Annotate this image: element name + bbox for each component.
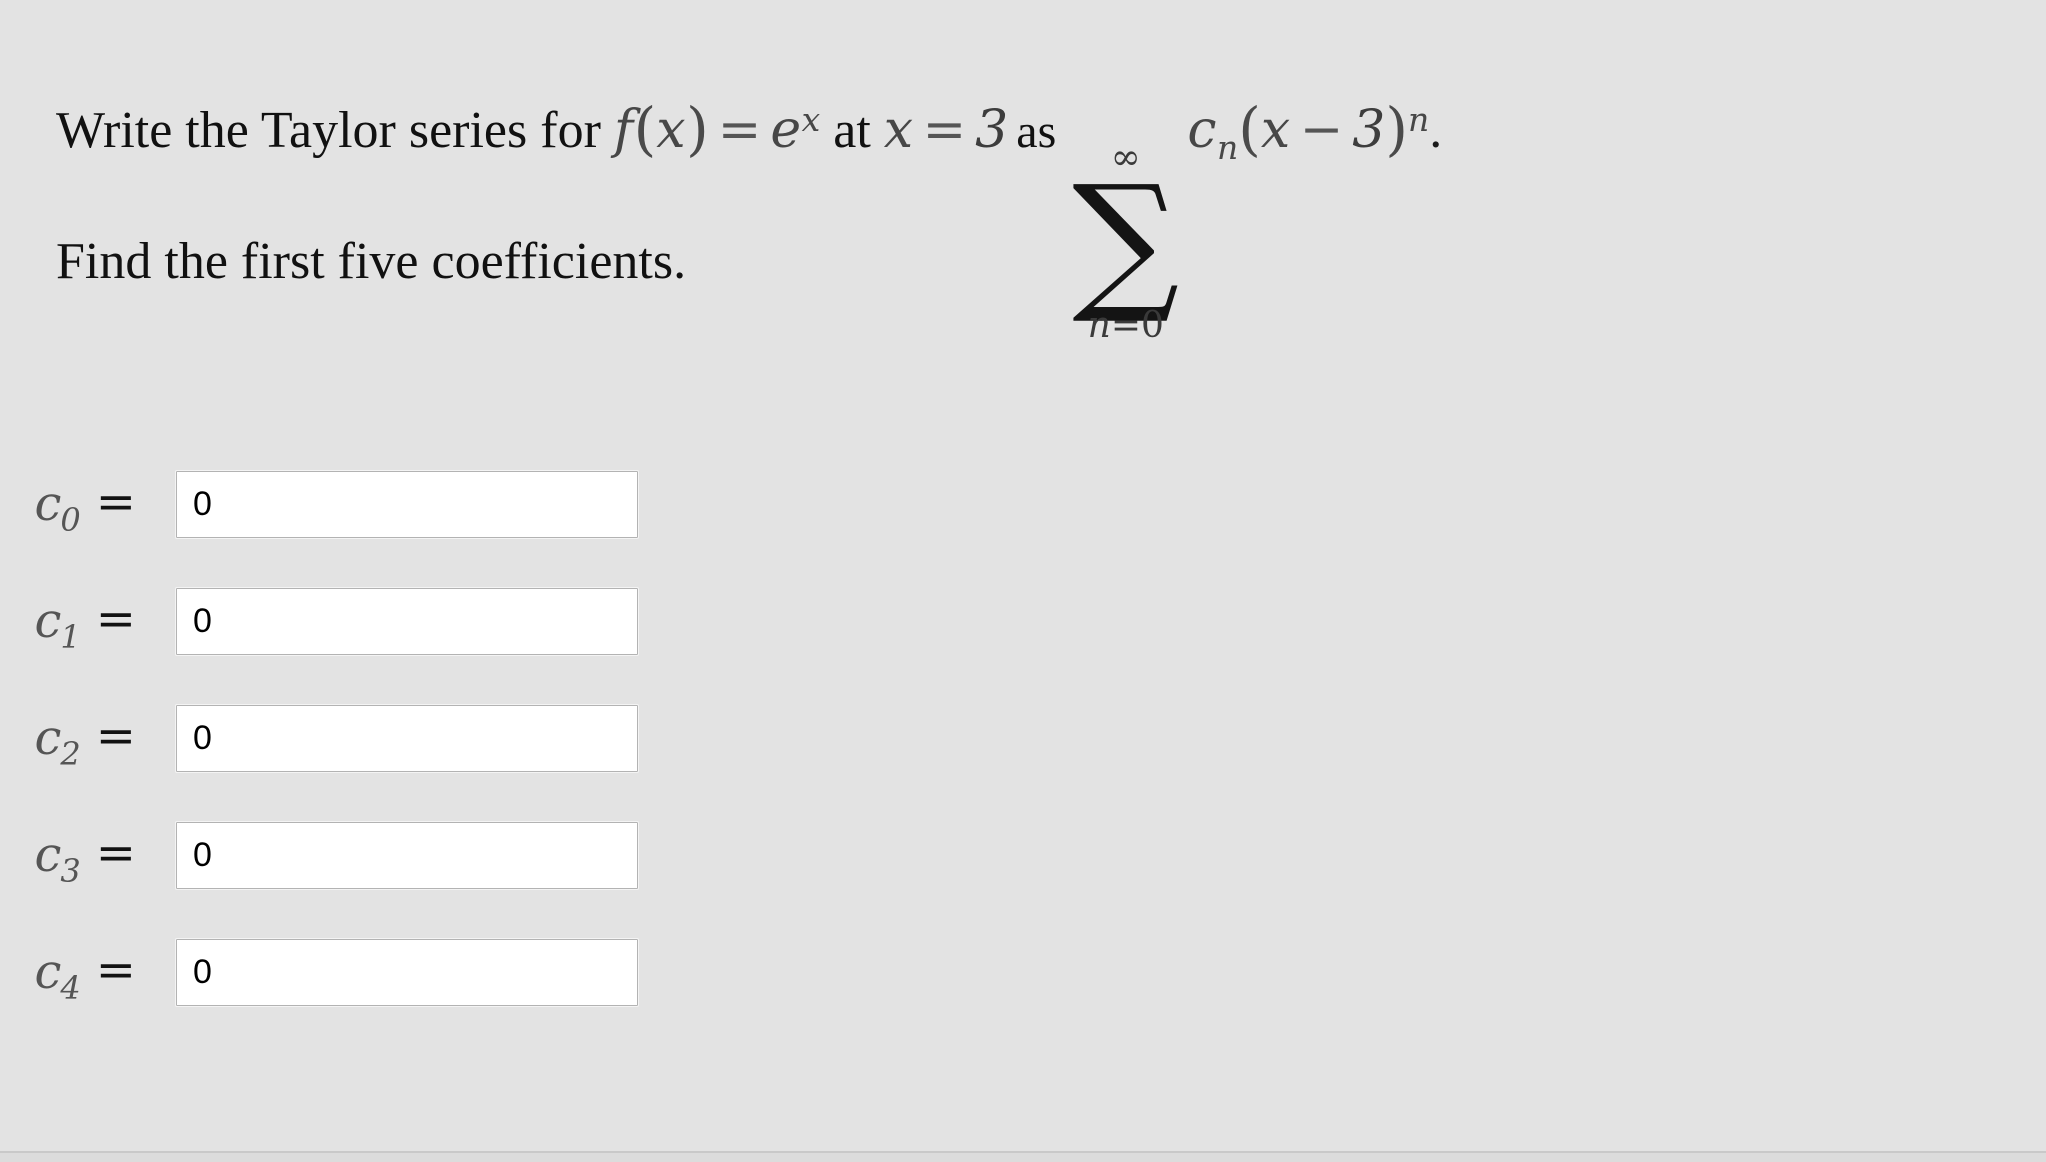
- coefficient-label-0: c0 =: [0, 474, 152, 539]
- coefficient-equals-3: =: [95, 825, 136, 881]
- coefficient-row-4: c4 =: [0, 924, 639, 1020]
- coefficient-row-1: c1 =: [0, 573, 639, 669]
- function-symbol-f: f: [613, 100, 634, 160]
- coefficient-index-1: 1: [60, 618, 81, 656]
- coefficient-label-2: c2 =: [0, 708, 152, 773]
- term-paren-open: (: [1238, 95, 1261, 163]
- coefficient-equals-4: =: [95, 942, 136, 998]
- exponential-base: e: [770, 100, 802, 160]
- coefficient-row-2: c2 =: [0, 690, 639, 786]
- variable-x-2: x: [883, 100, 914, 160]
- coefficient-row-3: c3 =: [0, 807, 639, 903]
- coefficient-symbol-3: c: [34, 827, 62, 883]
- coefficient-index-2: 2: [60, 735, 81, 773]
- coefficient-input-2[interactable]: [175, 703, 639, 773]
- coefficient-input-0[interactable]: [175, 469, 639, 539]
- bottom-strip: [0, 1153, 2046, 1162]
- coefficient-symbol-1: c: [34, 593, 62, 649]
- expansion-center-value: 3: [975, 100, 1009, 160]
- coefficient-label-3: c3 =: [0, 825, 152, 890]
- coefficient-equals-1: =: [95, 591, 136, 647]
- coefficient-input-3[interactable]: [175, 820, 639, 890]
- coefficient-index-0: 0: [60, 501, 81, 539]
- term-variable-x: x: [1260, 100, 1291, 160]
- coefficient-equals-2: =: [95, 708, 136, 764]
- space-1: [601, 105, 614, 157]
- space-3: [871, 105, 884, 157]
- coefficient-label-1: c1 =: [0, 591, 152, 656]
- summation-lower-value: 0: [1141, 305, 1164, 346]
- paren-open: (: [633, 95, 657, 163]
- as-text: as: [1016, 105, 1057, 158]
- coefficient-c: c: [1187, 100, 1217, 160]
- problem-page: Write the Taylor series for f ( x ) = e x…: [0, 0, 2046, 1162]
- lead-text: Write the Taylor series for: [56, 102, 601, 159]
- problem-line-1: Write the Taylor series for f ( x ) = e x…: [56, 95, 1443, 344]
- space-2: [820, 105, 833, 157]
- summation-lower-limit: n=0: [1088, 308, 1164, 344]
- coefficient-label-4: c4 =: [0, 942, 152, 1007]
- summation-index: n: [1087, 305, 1111, 346]
- coefficient-row-0: c0 =: [0, 456, 639, 552]
- coefficient-symbol-2: c: [34, 710, 62, 766]
- problem-line-2: Find the first five coefficients.: [56, 233, 687, 290]
- coefficient-input-4[interactable]: [175, 937, 639, 1007]
- at-text: at: [833, 102, 871, 159]
- summation-lower-equals: =: [1110, 305, 1142, 346]
- term-center-value: 3: [1352, 100, 1386, 160]
- coefficient-index-3: 3: [60, 852, 81, 890]
- variable-x: x: [656, 100, 687, 160]
- coefficient-symbol-0: c: [34, 476, 62, 532]
- summation-operator: ∞ ∑ n=0: [1072, 140, 1179, 344]
- minus-sign: −: [1299, 100, 1344, 160]
- sigma-icon: ∑: [1072, 154, 1180, 328]
- term-paren-close: ): [1385, 95, 1409, 163]
- coefficient-input-1[interactable]: [175, 586, 639, 656]
- sentence-period: .: [1429, 102, 1443, 159]
- coefficient-equals-0: =: [95, 474, 136, 530]
- equals-sign-2: =: [922, 100, 967, 160]
- equals-sign-1: =: [717, 100, 762, 160]
- coefficient-index-4: 4: [60, 969, 81, 1007]
- coefficient-symbol-4: c: [34, 944, 62, 1000]
- paren-close: ): [686, 95, 709, 163]
